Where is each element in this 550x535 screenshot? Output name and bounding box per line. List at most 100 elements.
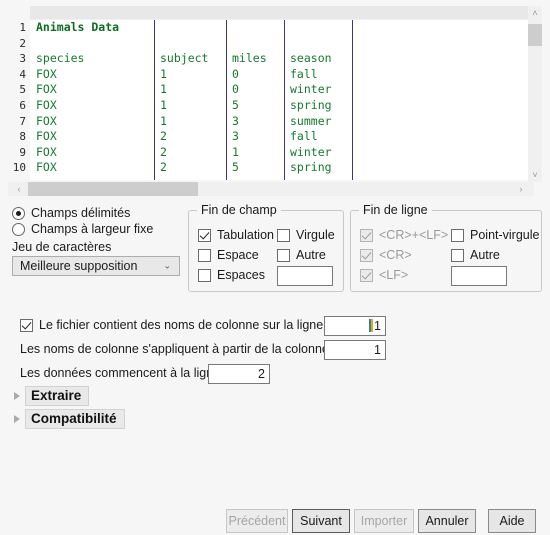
checkbox-icon <box>360 268 373 282</box>
line-number: 2 <box>19 36 26 50</box>
cell: Animals Data <box>36 20 120 34</box>
chevron-right-icon[interactable] <box>14 415 20 423</box>
line-number: 10 <box>12 161 26 175</box>
scroll-down-icon[interactable]: ˅ <box>528 168 542 182</box>
checkbox-space-label: Espace <box>217 248 259 262</box>
cell: 1 <box>160 113 167 128</box>
cell: FOX <box>36 66 57 81</box>
expander-compatibilite-label[interactable]: Compatibilité <box>25 409 125 429</box>
radio-delimited-fields[interactable]: Champs délimités <box>12 206 130 220</box>
data-start-line-input[interactable] <box>208 364 270 384</box>
checkbox-file-has-column-names-label: Le fichier contient des noms de colonne … <box>39 318 331 332</box>
radio-delimited-fields-label: Champs délimités <box>31 206 131 220</box>
charset-label: Jeu de caractères <box>12 240 112 254</box>
radio-fixed-width-fields-label: Champs à largeur fixe <box>31 222 154 236</box>
checkbox-tabulation[interactable]: Tabulation <box>198 228 274 242</box>
checkbox-other-line-label: Autre <box>470 248 500 262</box>
cell: 1 <box>232 144 239 159</box>
cell: FOX <box>36 113 57 128</box>
cell: 2 <box>160 129 167 144</box>
chevron-right-icon[interactable] <box>14 392 20 400</box>
radio-fixed-width-fields[interactable]: Champs à largeur fixe <box>12 222 153 236</box>
checkbox-icon[interactable] <box>198 268 211 282</box>
cell: 3 <box>232 129 239 144</box>
checkbox-icon[interactable] <box>451 228 464 242</box>
line-number: 8 <box>19 130 26 144</box>
table-row: Animals Data <box>30 20 534 36</box>
line-number: 1 <box>19 21 26 34</box>
line-number: 3 <box>19 52 26 66</box>
checkbox-spaces[interactable]: Espaces <box>198 268 265 282</box>
checkbox-icon[interactable] <box>451 248 464 262</box>
checkbox-other-field[interactable]: Autre <box>277 248 326 262</box>
preview-vertical-scrollbar[interactable]: ˄ ˅ <box>528 6 542 182</box>
vertical-scrollbar-thumb[interactable] <box>528 24 542 46</box>
checkbox-space[interactable]: Espace <box>198 248 259 262</box>
cell: FOX <box>36 82 57 97</box>
preview-horizontal-scrollbar[interactable]: ‹ › <box>8 182 534 196</box>
header-line-input[interactable] <box>324 316 386 336</box>
checkbox-spaces-label: Espaces <box>217 268 265 282</box>
scroll-left-icon[interactable]: ‹ <box>12 182 26 196</box>
table-row: FOX 1 5 spring <box>30 98 534 114</box>
cell: subject <box>160 51 209 66</box>
expander-extraire-label[interactable]: Extraire <box>25 386 90 406</box>
next-button[interactable]: Suivant <box>292 509 350 533</box>
cell: spring <box>290 160 332 175</box>
line-number: 9 <box>19 145 26 159</box>
field-end-group-title: Fin de champ <box>197 203 281 217</box>
radio-button-icon[interactable] <box>12 222 25 236</box>
cell: FOX <box>36 144 57 159</box>
cell: 1 <box>160 66 167 81</box>
preview-line-number-gutter: 1 2 3 4 5 6 7 8 9 10 <box>8 20 30 180</box>
expander-compatibilite[interactable]: Compatibilité <box>14 409 125 429</box>
checkbox-file-has-column-names[interactable]: Le fichier contient des noms de colonne … <box>20 318 330 332</box>
table-row <box>30 36 534 52</box>
checkbox-icon[interactable] <box>198 248 211 262</box>
names-from-column-input[interactable] <box>324 340 386 360</box>
cell: FOX <box>36 98 57 112</box>
preview-corner-box <box>8 6 30 20</box>
scroll-right-icon[interactable]: › <box>514 182 528 196</box>
checkbox-icon[interactable] <box>198 228 211 242</box>
cell: 1 <box>160 98 167 112</box>
scroll-up-icon[interactable]: ˄ <box>528 6 542 20</box>
cell: spring <box>290 98 332 112</box>
checkbox-icon[interactable] <box>277 228 290 242</box>
line-number: 4 <box>19 67 26 81</box>
checkbox-other-field-label: Autre <box>296 248 326 262</box>
checkbox-tabulation-label: Tabulation <box>217 228 274 242</box>
preview-data-area[interactable]: Animals Data species subject miles seaso… <box>30 20 534 180</box>
field-end-group: Fin de champ Tabulation Virgule Espace A… <box>188 203 344 292</box>
checkbox-lf-label: <LF> <box>379 268 409 282</box>
checkbox-comma[interactable]: Virgule <box>277 228 335 242</box>
import-button: Importer <box>354 509 414 533</box>
cell: 0 <box>232 82 239 97</box>
cell: 3 <box>232 113 239 128</box>
data-start-line-label: Les données commencent à la ligne : <box>20 366 228 380</box>
checkbox-icon[interactable] <box>20 318 33 332</box>
checkbox-other-line[interactable]: Autre <box>451 248 500 262</box>
line-number: 6 <box>19 98 26 112</box>
line-number: 5 <box>19 83 26 97</box>
chevron-down-icon[interactable]: ⌄ <box>163 261 171 272</box>
horizontal-scrollbar-thumb[interactable] <box>28 182 198 196</box>
checkbox-semicolon[interactable]: Point-virgule <box>451 228 539 242</box>
table-row: FOX 1 0 fall <box>30 67 534 83</box>
line-end-other-input[interactable] <box>451 266 507 286</box>
radio-button-icon[interactable] <box>12 206 25 220</box>
checkbox-icon[interactable] <box>277 248 290 262</box>
checkbox-crlf: <CR>+<LF> <box>360 228 448 242</box>
names-from-column-label: Les noms de colonne s'appliquent à parti… <box>20 342 336 356</box>
cancel-button[interactable]: Annuler <box>418 509 476 533</box>
help-button[interactable]: Aide <box>488 509 536 533</box>
checkbox-cr: <CR> <box>360 248 412 262</box>
charset-select[interactable]: Meilleure supposition ⌄ <box>12 256 180 276</box>
table-row: FOX 2 3 fall <box>30 129 534 145</box>
checkbox-semicolon-label: Point-virgule <box>470 228 540 242</box>
previous-button: Précédent <box>226 509 288 533</box>
field-end-other-input[interactable] <box>277 266 333 286</box>
cell: season <box>290 51 332 66</box>
cell: winter <box>290 144 332 159</box>
expander-extraire[interactable]: Extraire <box>14 386 90 406</box>
